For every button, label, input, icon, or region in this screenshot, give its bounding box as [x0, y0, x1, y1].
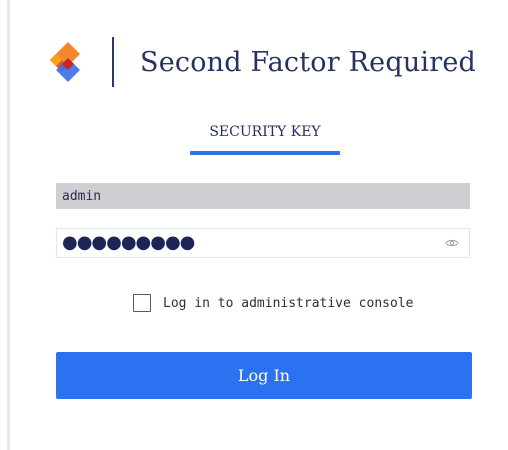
- header-divider: [112, 37, 114, 87]
- active-tab-indicator: [190, 151, 340, 155]
- page-header: Second Factor Required: [46, 36, 476, 88]
- password-masked-value: ●●●●●●●●●: [62, 232, 195, 253]
- brand-logo-icon: [50, 42, 80, 82]
- admin-console-label: Log in to administrative console: [163, 295, 414, 311]
- tab-security-key[interactable]: SECURITY KEY: [190, 124, 340, 140]
- left-panel-edge: [0, 0, 10, 450]
- login-button[interactable]: Log In: [56, 352, 472, 399]
- eye-icon[interactable]: [445, 237, 459, 249]
- admin-console-checkbox[interactable]: [133, 294, 151, 312]
- page-title: Second Factor Required: [140, 46, 477, 78]
- password-field[interactable]: ●●●●●●●●●: [56, 228, 470, 258]
- admin-console-option[interactable]: Log in to administrative console: [133, 292, 413, 314]
- username-field[interactable]: [56, 183, 470, 209]
